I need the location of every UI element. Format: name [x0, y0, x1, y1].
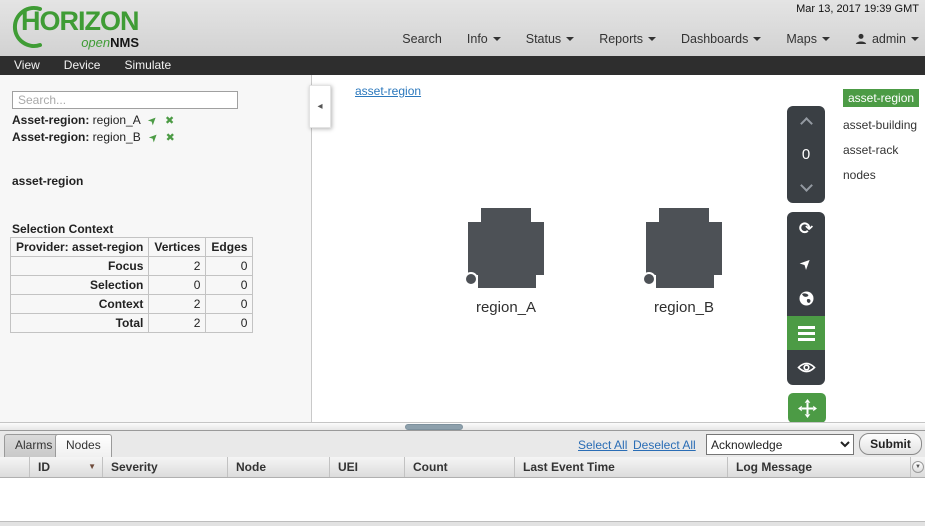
deselect-all-link[interactable]: Deselect All	[633, 438, 696, 452]
vertex-region-a[interactable]: region_A	[436, 208, 576, 316]
selection-context-table: Provider: asset-region Vertices Edges Fo…	[10, 237, 253, 333]
tab-nodes[interactable]: Nodes	[55, 434, 112, 457]
eye-icon	[797, 361, 816, 374]
col-vertices: Vertices	[149, 238, 206, 257]
nav-dashboards[interactable]: Dashboards	[681, 32, 761, 46]
region-icon	[646, 208, 722, 288]
nav-info[interactable]: Info	[467, 32, 501, 46]
eye-view-button[interactable]	[787, 350, 825, 385]
layer-item-nodes[interactable]: nodes	[843, 168, 876, 182]
column-node[interactable]: Node	[228, 457, 330, 477]
column-log-message[interactable]: Log Message	[728, 457, 911, 477]
column-picker-cell: ▼	[911, 457, 925, 477]
bottom-panel-bar: Alarms Nodes Select All Deselect All Ack…	[0, 431, 925, 457]
column-last-event-time[interactable]: Last Event Time	[515, 457, 728, 477]
sidebar: Asset-region: region_A ➤ ✖ Asset-region:…	[0, 75, 312, 422]
layer-item-asset-region[interactable]: asset-region	[843, 91, 919, 105]
col-edges: Edges	[206, 238, 253, 257]
breadcrumb-asset-region[interactable]: asset-region	[355, 84, 421, 98]
bottom-edge-strip	[0, 521, 925, 526]
table-row: Focus 2 0	[11, 257, 253, 276]
caret-down-icon	[753, 37, 761, 41]
hamburger-menu-icon	[798, 326, 815, 341]
manual-layout-button[interactable]	[787, 316, 825, 351]
show-entire-map-button[interactable]	[787, 281, 825, 316]
sort-desc-icon: ▼	[88, 457, 96, 477]
table-row: Selection 0 0	[11, 276, 253, 295]
search-input[interactable]	[12, 91, 238, 109]
clock-datetime: Mar 13, 2017 19:39 GMT	[796, 3, 919, 15]
locate-vertex-icon[interactable]: ➤	[146, 130, 162, 146]
layer-item-asset-rack[interactable]: asset-rack	[843, 143, 898, 157]
menu-view[interactable]: View	[10, 56, 44, 75]
caret-down-icon	[822, 37, 830, 41]
layer-item-asset-building[interactable]: asset-building	[843, 118, 917, 132]
zoom-level: 0	[802, 146, 810, 163]
alarms-table-header: ID ▼ Severity Node UEI Count Last Event …	[0, 457, 925, 478]
location-arrow-icon: ➤	[796, 254, 816, 274]
nav-reports[interactable]: Reports	[599, 32, 656, 46]
move-arrows-icon	[798, 399, 817, 418]
main-nav: Search Info Status Reports Dashboards Ma…	[402, 32, 919, 46]
table-row: Total 2 0	[11, 314, 253, 333]
nav-admin[interactable]: admin	[855, 32, 919, 46]
current-layer-label: asset-region	[12, 174, 83, 188]
submit-button[interactable]: Submit	[859, 433, 922, 455]
scrollbar-thumb[interactable]	[405, 424, 463, 430]
menu-simulate[interactable]: Simulate	[120, 56, 175, 75]
opennms-topology-app: HORIZON openNMS Mar 13, 2017 19:39 GMT S…	[0, 0, 925, 526]
alarm-action-select[interactable]: Acknowledge	[706, 434, 854, 455]
map-tools-panel: ⟳ ➤	[787, 212, 825, 385]
nav-status[interactable]: Status	[526, 32, 574, 46]
nav-maps[interactable]: Maps	[786, 32, 830, 46]
vertex-region-b[interactable]: region_B	[614, 208, 754, 316]
zoom-panel: 0	[787, 106, 825, 203]
table-row: Context 2 0	[11, 295, 253, 314]
nav-search[interactable]: Search	[402, 32, 442, 46]
pan-mode-button[interactable]	[788, 393, 826, 423]
column-uei[interactable]: UEI	[330, 457, 405, 477]
logo-nms: NMS	[110, 35, 139, 50]
refresh-icon: ⟳	[799, 219, 813, 239]
column-severity[interactable]: Severity	[103, 457, 228, 477]
remove-focus-icon[interactable]: ✖	[165, 115, 174, 127]
topology-canvas[interactable]: ◂ asset-region region_A region_B	[312, 75, 925, 422]
focus-item-region-b[interactable]: Asset-region: region_B ➤ ✖	[12, 130, 175, 144]
globe-icon	[798, 290, 815, 307]
vertex-status-dot	[642, 272, 656, 286]
logo-open: open	[81, 35, 110, 50]
sidebar-collapse-button[interactable]: ◂	[309, 85, 331, 128]
col-provider: Provider: asset-region	[11, 238, 149, 257]
center-on-selection-button[interactable]: ➤	[787, 247, 825, 282]
alarms-table-body	[0, 478, 925, 521]
vertex-label: region_B	[614, 299, 754, 316]
caret-down-icon	[566, 37, 574, 41]
region-icon	[468, 208, 544, 288]
locate-vertex-icon[interactable]: ➤	[145, 113, 161, 129]
column-select[interactable]	[0, 457, 30, 477]
select-all-link[interactable]: Select All	[578, 438, 627, 452]
caret-down-icon	[911, 37, 919, 41]
top-header: HORIZON openNMS Mar 13, 2017 19:39 GMT S…	[0, 0, 925, 56]
refresh-button[interactable]: ⟳	[787, 212, 825, 247]
logo-title: HORIZON	[21, 6, 139, 37]
vertex-label: region_A	[436, 299, 576, 316]
column-id[interactable]: ID ▼	[30, 457, 103, 477]
caret-down-icon	[493, 37, 501, 41]
caret-down-icon	[648, 37, 656, 41]
user-icon	[855, 33, 867, 45]
collapse-left-icon: ◂	[317, 101, 322, 112]
zoom-in-chevron-icon[interactable]	[800, 117, 813, 130]
horizon-logo: HORIZON openNMS	[8, 2, 143, 54]
column-count[interactable]: Count	[405, 457, 515, 477]
topology-menubar: View Device Simulate	[0, 56, 925, 75]
vertex-status-dot	[464, 272, 478, 286]
remove-focus-icon[interactable]: ✖	[166, 132, 175, 144]
focus-item-region-a[interactable]: Asset-region: region_A ➤ ✖	[12, 113, 174, 127]
menu-device[interactable]: Device	[60, 56, 105, 75]
column-picker-button[interactable]: ▼	[912, 461, 924, 473]
zoom-out-chevron-icon[interactable]	[800, 179, 813, 192]
horizontal-scrollbar[interactable]	[0, 422, 925, 431]
selection-context-title: Selection Context	[12, 222, 113, 236]
